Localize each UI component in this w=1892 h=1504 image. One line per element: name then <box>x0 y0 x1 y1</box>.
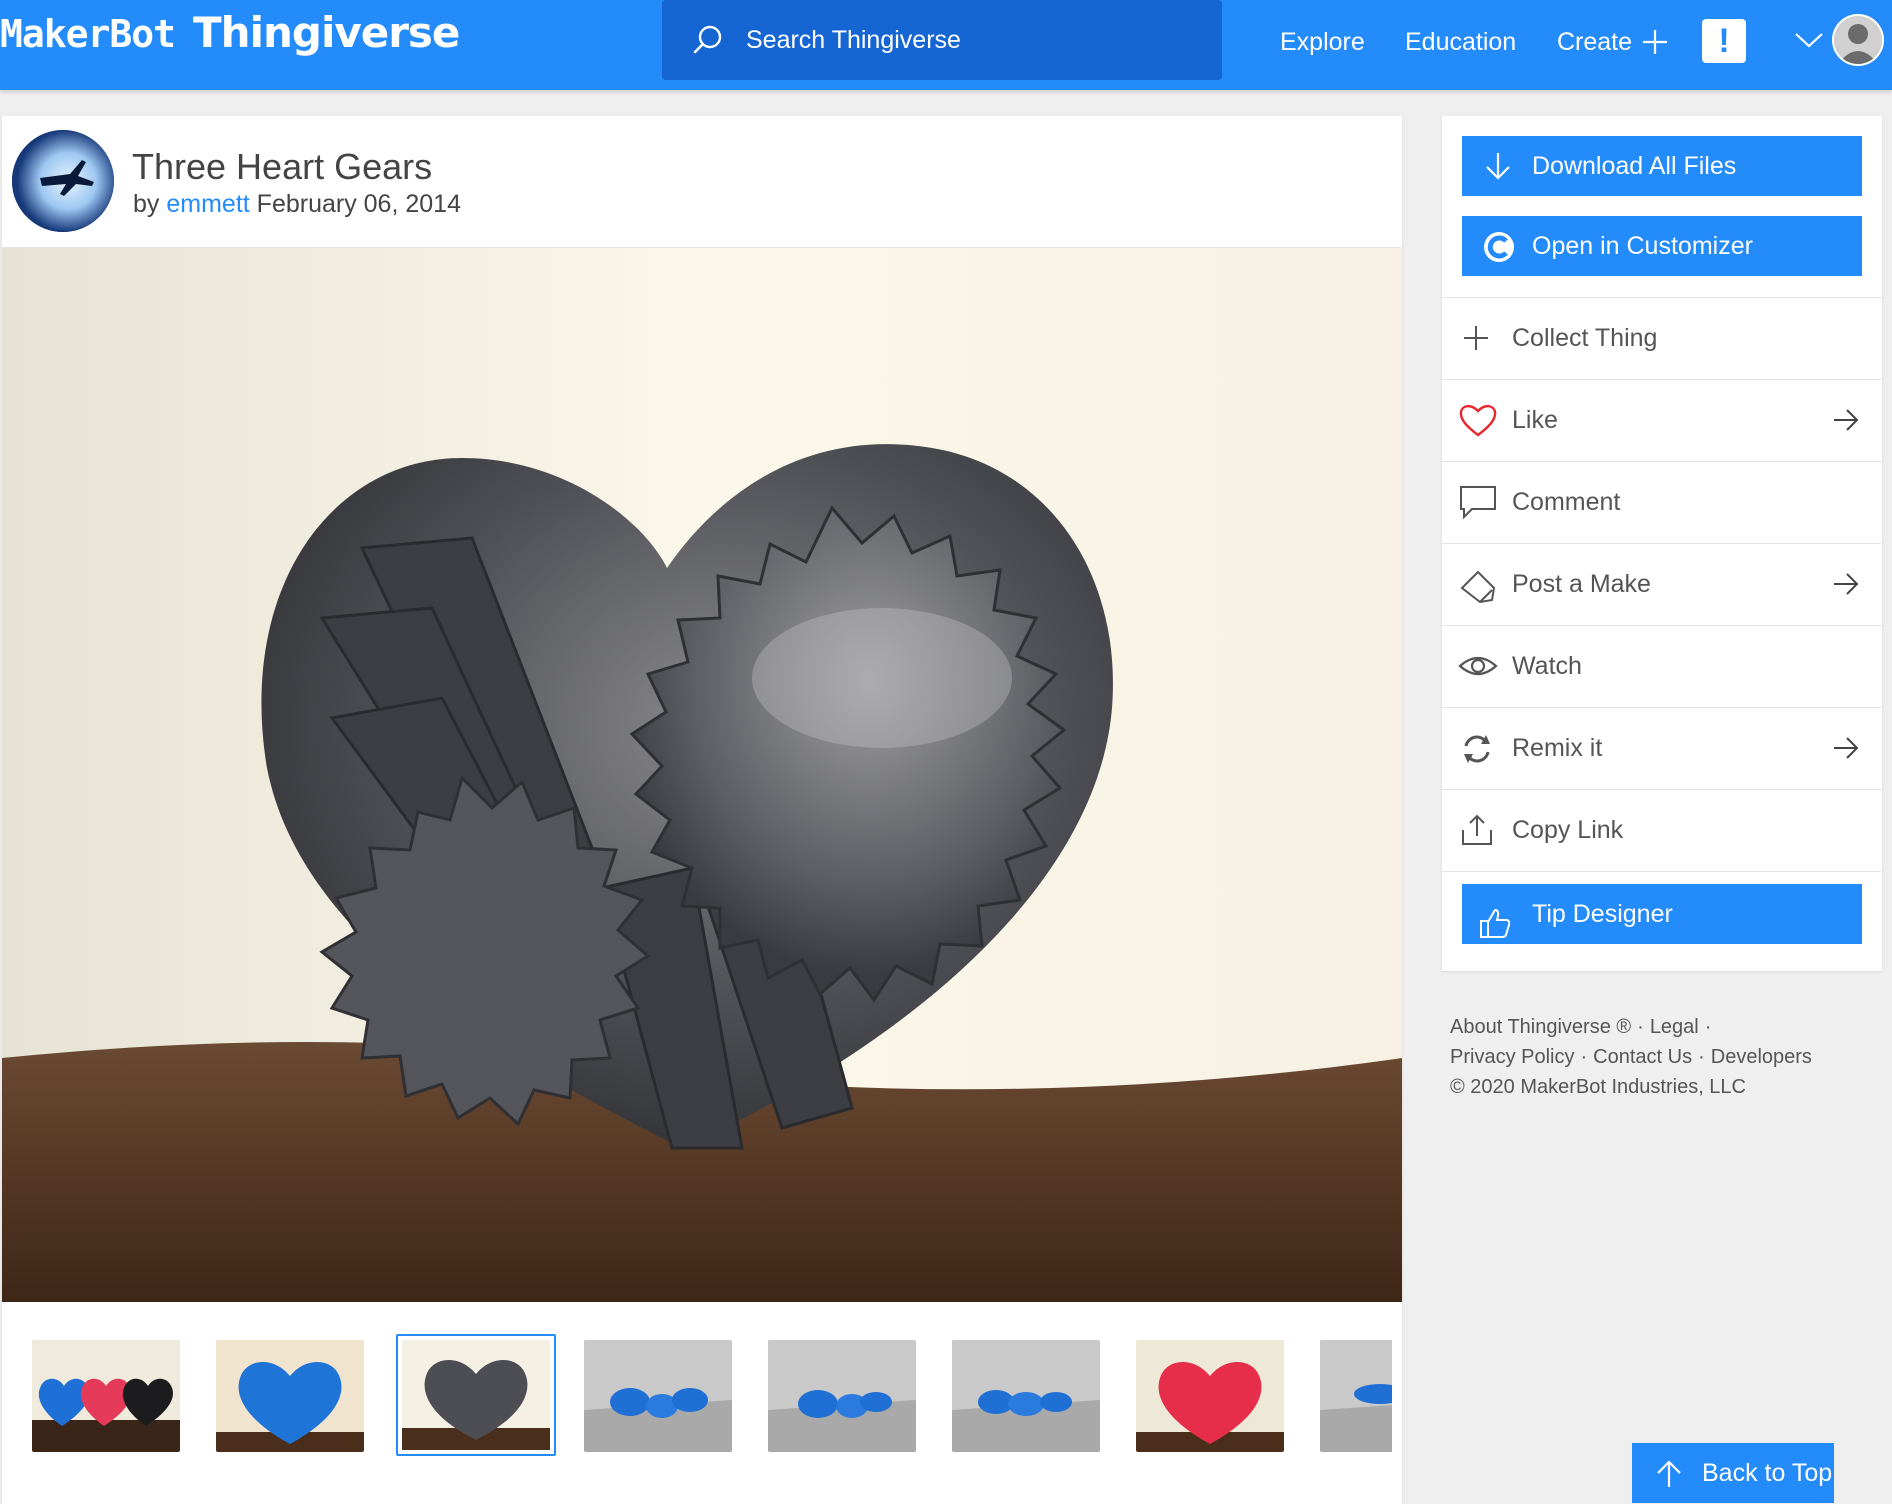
thumbnail-blue-gears-2[interactable] <box>768 1340 916 1452</box>
thumbnail-gray-heart[interactable] <box>396 1334 556 1456</box>
makerbot-thingiverse-logo[interactable]: MakerBot Thingiverse <box>0 8 460 68</box>
top-nav-bar: MakerBot Thingiverse Search Thingiverse … <box>0 0 1892 90</box>
footer-separator: · <box>1704 1016 1712 1038</box>
author-link[interactable]: emmett <box>166 190 249 218</box>
download-arrow-icon <box>1486 153 1510 180</box>
nav-create[interactable]: Create <box>1557 0 1668 84</box>
thumbnail-blue-heart[interactable] <box>216 1340 364 1452</box>
thumbnail-image <box>216 1340 364 1452</box>
tip-designer-label: Tip Designer <box>1532 899 1673 928</box>
like-action[interactable]: Like <box>1442 379 1882 461</box>
footer-links: About Thingiverse ® · Legal · Privacy Polic… <box>1450 1012 1812 1102</box>
post-a-make-action[interactable]: Post a Make <box>1442 543 1882 625</box>
search-bar[interactable]: Search Thingiverse <box>662 0 1222 80</box>
footer-line-1: About Thingiverse ® · Legal · <box>1450 1012 1812 1042</box>
remix-label: Remix it <box>1512 734 1603 762</box>
post-a-make-label: Post a Make <box>1512 570 1651 598</box>
developers-link[interactable]: Developers <box>1711 1046 1812 1068</box>
arrow-right-icon <box>1834 573 1859 595</box>
comment-label: Comment <box>1512 488 1621 516</box>
plus-icon <box>1643 30 1668 54</box>
back-to-top-label: Back to Top <box>1702 1458 1833 1487</box>
designer-avatar[interactable] <box>12 130 114 232</box>
footer-separator: · <box>1580 1046 1588 1068</box>
download-all-files-button[interactable]: Download All Files <box>1462 136 1862 196</box>
thumbnail-blue-gears-3[interactable] <box>952 1340 1100 1452</box>
thumbnail-red-heart[interactable] <box>1136 1340 1284 1452</box>
notification-alert-button[interactable]: ! <box>1702 19 1746 63</box>
comment-action[interactable]: Comment <box>1442 461 1882 543</box>
eye-icon <box>1458 656 1498 676</box>
make-tool-icon <box>1460 570 1496 604</box>
nav-explore[interactable]: Explore <box>1280 0 1365 84</box>
back-to-top-button[interactable]: Back to Top <box>1632 1443 1834 1503</box>
thumbs-up-icon <box>1480 908 1511 938</box>
thumbnail-image <box>402 1340 550 1450</box>
thumbnail-image <box>768 1340 916 1452</box>
logo-makerbot-text: MakerBot <box>0 12 176 56</box>
remix-cycle-icon <box>1464 735 1490 763</box>
thumbnail-strip <box>2 1334 1392 1458</box>
heart-gears-photo <box>2 248 1402 1302</box>
copy-link-action[interactable]: Copy Link <box>1442 789 1882 871</box>
comment-bubble-icon <box>1460 486 1496 520</box>
thumbnail-image <box>584 1340 732 1452</box>
share-upload-icon <box>1462 814 1492 845</box>
watch-label: Watch <box>1512 652 1582 680</box>
search-placeholder: Search Thingiverse <box>746 25 961 54</box>
published-date: February 06, 2014 <box>256 190 461 218</box>
nav-education[interactable]: Education <box>1405 0 1516 84</box>
search-icon <box>693 25 722 54</box>
heart-icon <box>1459 405 1497 437</box>
about-link[interactable]: About Thingiverse ® <box>1450 1016 1631 1038</box>
thumbnail-image <box>32 1340 180 1452</box>
copyright-text: © 2020 MakerBot Industries, LLC <box>1450 1076 1746 1098</box>
thumbnail-blue-gear-partial[interactable] <box>1320 1340 1392 1452</box>
thumbnail-image <box>1136 1340 1284 1452</box>
footer-separator: · <box>1637 1016 1644 1038</box>
action-sidebar: Download All Files Open in Customizer Co… <box>1442 116 1882 971</box>
designer-avatar-image <box>12 130 114 232</box>
thumbnail-blue-gears-1[interactable] <box>584 1340 732 1452</box>
download-all-files-label: Download All Files <box>1532 151 1737 180</box>
tip-designer-button[interactable]: Tip Designer <box>1462 884 1862 944</box>
chevron-down-icon[interactable] <box>1794 30 1824 50</box>
thing-meta: by emmett February 06, 2014 <box>133 190 461 219</box>
like-label: Like <box>1512 406 1558 434</box>
footer-line-2: Privacy Policy · Contact Us · Developers <box>1450 1042 1812 1072</box>
remix-action[interactable]: Remix it <box>1442 707 1882 789</box>
by-label: by <box>133 190 160 218</box>
open-in-customizer-label: Open in Customizer <box>1532 231 1753 260</box>
thing-title: Three Heart Gears <box>132 146 433 187</box>
user-silhouette-icon <box>1834 16 1882 64</box>
privacy-policy-link[interactable]: Privacy Policy <box>1450 1046 1574 1068</box>
main-thing-image[interactable] <box>2 248 1402 1302</box>
nav-create-label: Create <box>1557 27 1633 56</box>
copy-link-label: Copy Link <box>1512 816 1624 844</box>
logo-thingiverse-text: Thingiverse <box>193 8 460 57</box>
arrow-up-icon <box>1657 1460 1681 1487</box>
thumbnail-three-hearts[interactable] <box>32 1340 180 1452</box>
footer-separator: · <box>1698 1046 1705 1068</box>
arrow-right-icon <box>1834 737 1859 759</box>
customizer-icon <box>1484 232 1514 262</box>
open-in-customizer-button[interactable]: Open in Customizer <box>1462 216 1862 276</box>
collect-thing-label: Collect Thing <box>1512 324 1658 352</box>
arrow-right-icon <box>1834 409 1859 431</box>
watch-action[interactable]: Watch <box>1442 625 1882 707</box>
tip-designer-row: Tip Designer <box>1442 871 1882 971</box>
thing-card: Three Heart Gears by emmett February 06,… <box>2 116 1402 1504</box>
thing-header: Three Heart Gears by emmett February 06,… <box>2 116 1402 248</box>
thumbnail-image <box>952 1340 1100 1452</box>
contact-us-link[interactable]: Contact Us <box>1593 1046 1692 1068</box>
legal-link[interactable]: Legal <box>1650 1016 1699 1038</box>
user-avatar[interactable] <box>1832 14 1884 66</box>
plus-icon <box>1464 326 1488 350</box>
collect-thing-action[interactable]: Collect Thing <box>1442 297 1882 379</box>
thumbnail-image <box>1320 1340 1392 1452</box>
